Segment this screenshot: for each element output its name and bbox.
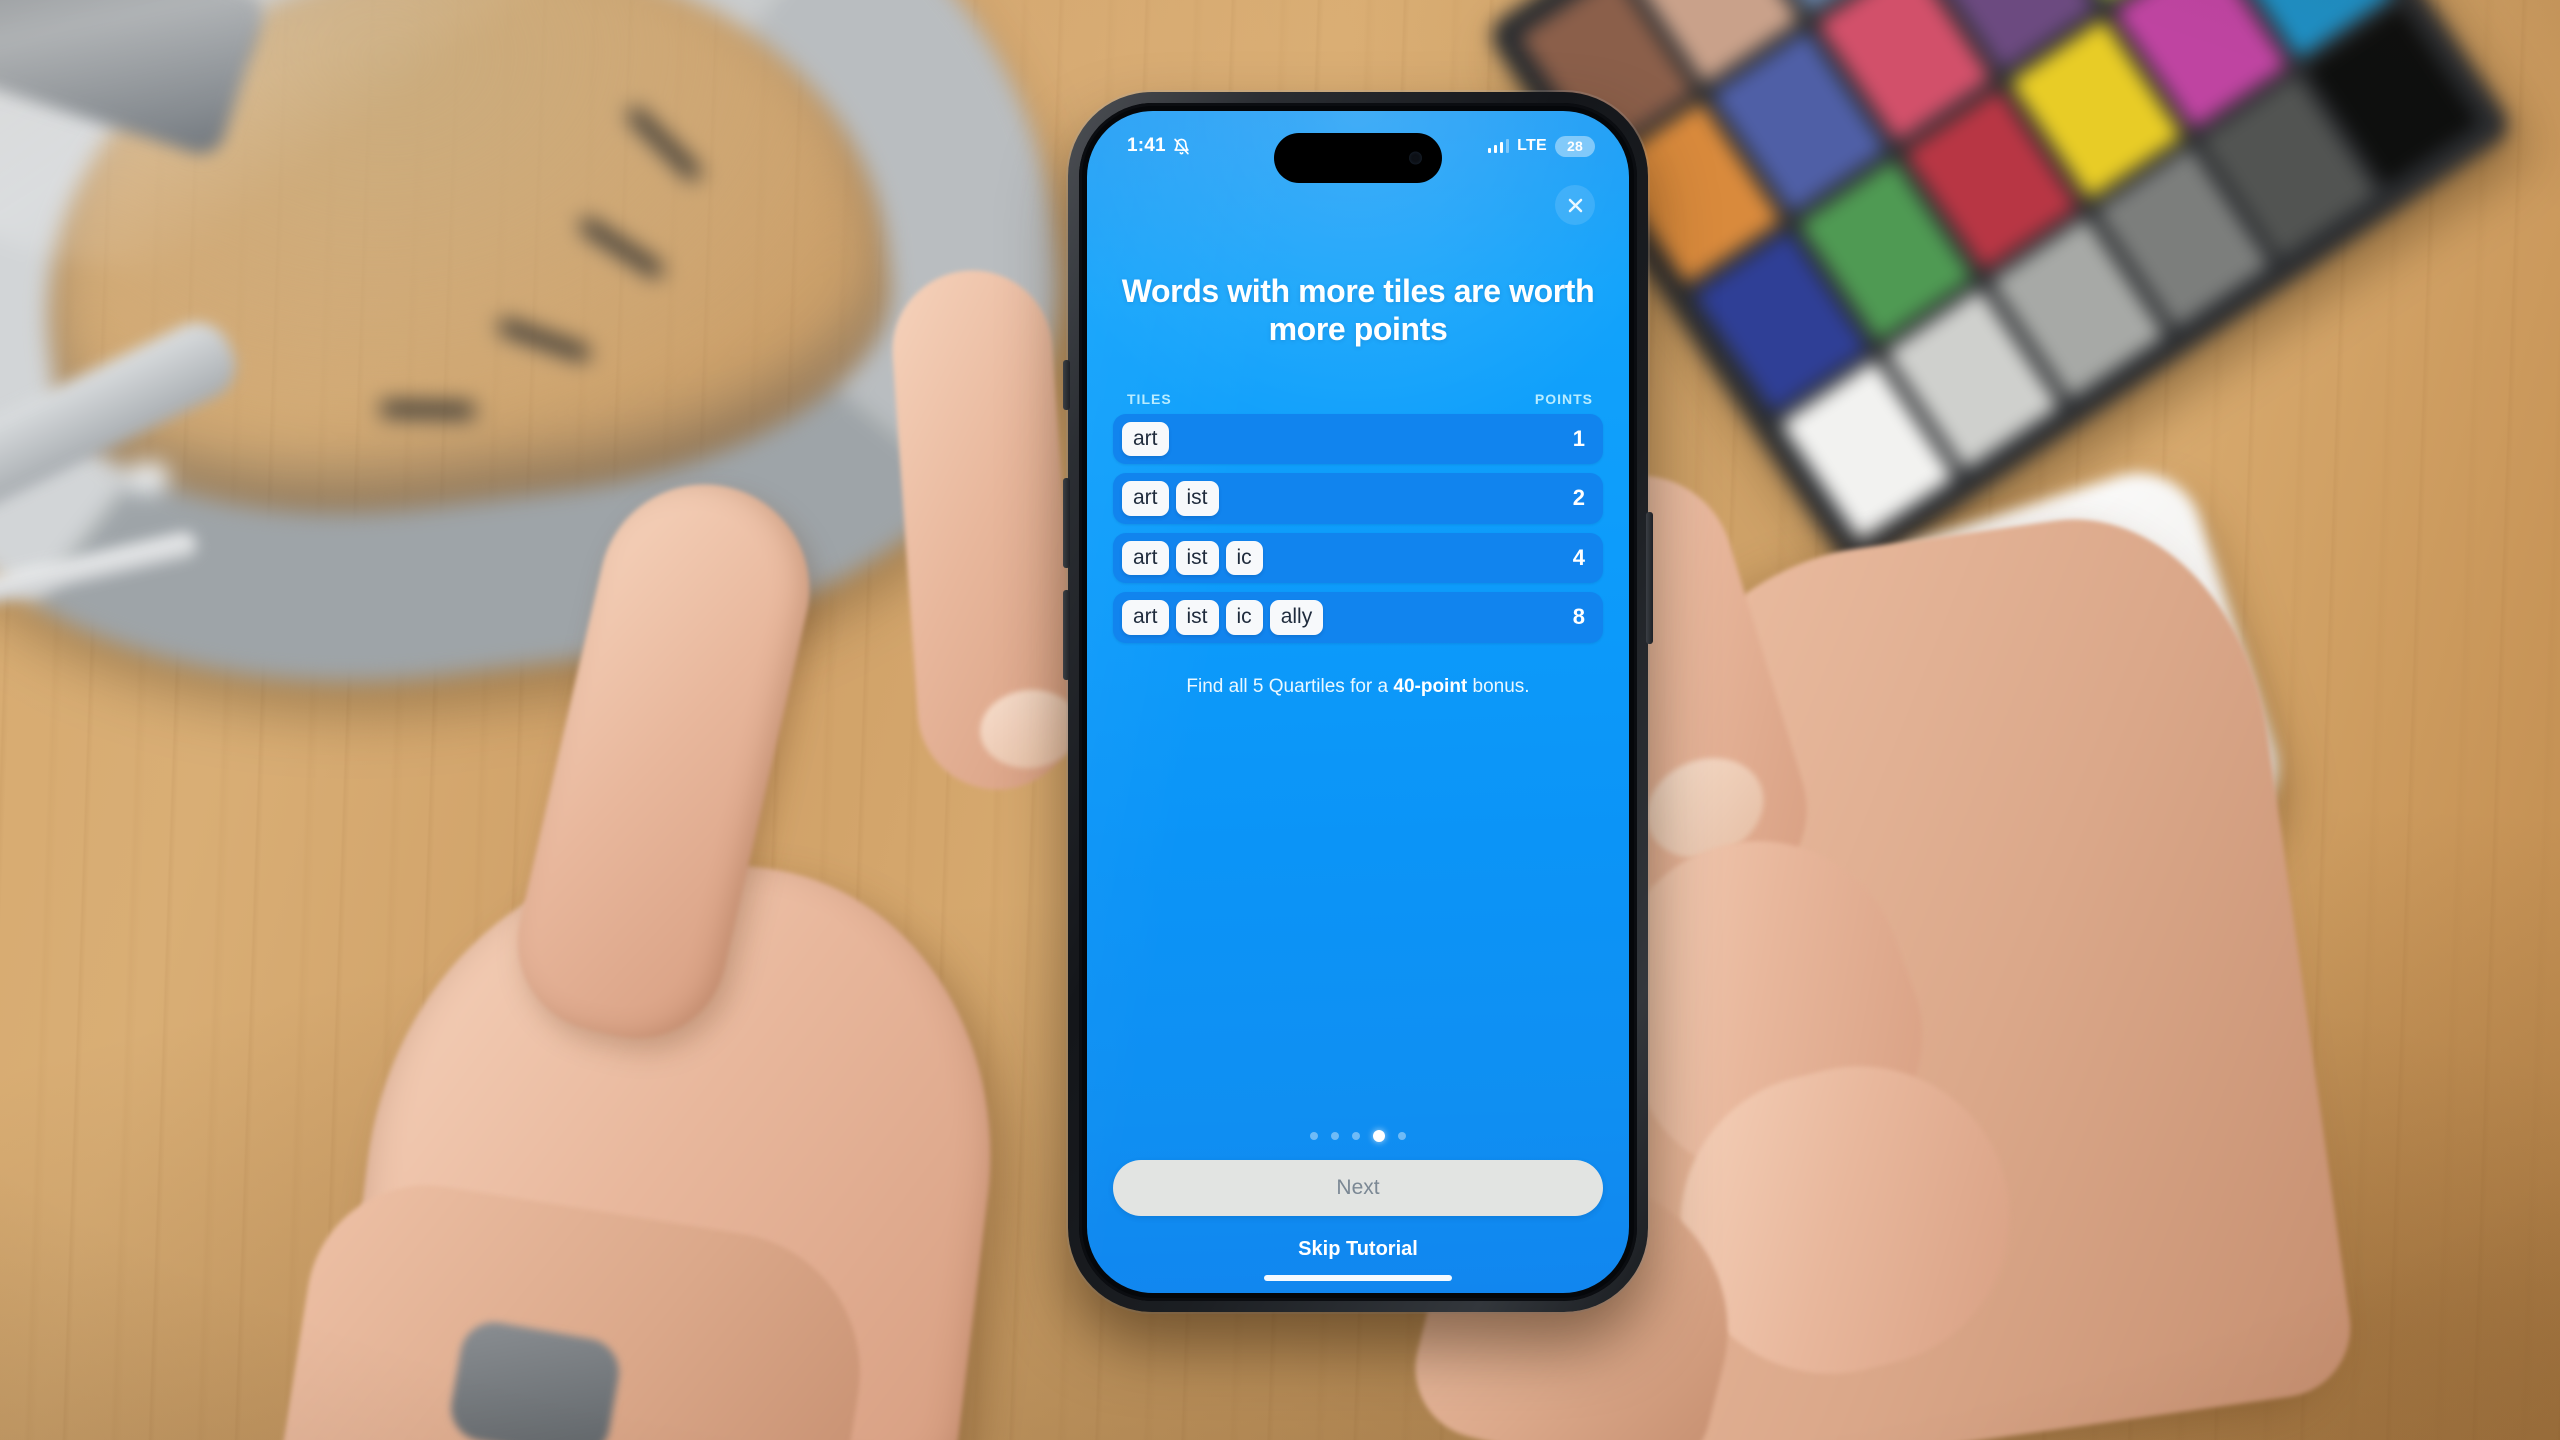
word-tile[interactable]: art [1122, 600, 1169, 635]
word-tile[interactable]: art [1122, 421, 1169, 457]
next-button[interactable]: Next [1113, 1160, 1603, 1216]
table-row: art ist 2 [1113, 473, 1603, 524]
status-bar-right: LTE 28 [1488, 135, 1595, 157]
power-button[interactable] [1646, 512, 1653, 644]
cellular-signal-icon [1488, 139, 1510, 153]
page-dot[interactable] [1373, 1130, 1385, 1142]
phone-screen: 1:41 LTE 28 Words with more tiles are wo… [1087, 111, 1629, 1293]
table-row: art 1 [1113, 413, 1603, 465]
iphone-device: 1:41 LTE 28 Words with more tiles are wo… [1063, 92, 1653, 1312]
page-indicator[interactable] [1113, 1130, 1603, 1142]
tile-group: art ist ic ally [1122, 600, 1324, 635]
tiles-points-table: art 1 art ist 2 art ist ic 4 art ist ic ally 8 [1113, 413, 1603, 643]
network-type-label: LTE [1517, 137, 1547, 154]
front-camera-icon [1409, 151, 1422, 165]
word-tile[interactable]: ally [1269, 600, 1324, 635]
table-row: art ist ic 4 [1113, 532, 1603, 584]
status-bar-time: 1:41 [1127, 135, 1166, 156]
page-dot[interactable] [1331, 1132, 1339, 1140]
points-value: 4 [1572, 544, 1585, 570]
volume-up-button[interactable] [1063, 478, 1070, 568]
close-button[interactable] [1555, 185, 1595, 225]
page-dot[interactable] [1352, 1132, 1360, 1140]
points-value: 1 [1572, 425, 1585, 451]
word-tile[interactable]: ist [1175, 540, 1219, 576]
column-header-tiles: TILES [1127, 390, 1172, 407]
page-dot[interactable] [1398, 1132, 1406, 1140]
photo-scene: 1:41 LTE 28 Words with more tiles are wo… [0, 0, 2560, 1440]
points-value: 2 [1572, 485, 1585, 511]
skip-tutorial-button[interactable]: Skip Tutorial [1113, 1238, 1603, 1261]
vent-slot [379, 401, 476, 419]
bonus-note: Find all 5 Quartiles for a 40-point bonu… [1113, 675, 1603, 700]
column-header-points: POINTS [1534, 390, 1593, 407]
tile-group: art ist ic [1122, 540, 1263, 576]
home-indicator[interactable] [1264, 1275, 1452, 1281]
bonus-suffix: bonus. [1467, 675, 1530, 697]
word-tile[interactable]: art [1122, 481, 1169, 516]
close-icon [1566, 196, 1585, 215]
word-tile[interactable]: art [1122, 540, 1169, 576]
bell-slash-icon [1173, 138, 1190, 155]
word-tile[interactable]: ic [1225, 600, 1263, 635]
battery-percent-badge: 28 [1555, 135, 1595, 157]
action-button[interactable] [1063, 360, 1070, 410]
word-tile[interactable]: ist [1175, 600, 1219, 635]
status-bar-left: 1:41 [1127, 135, 1190, 157]
table-header: TILES POINTS [1113, 391, 1603, 407]
word-tile[interactable]: ist [1175, 481, 1219, 516]
word-tile[interactable]: ic [1225, 540, 1263, 576]
tutorial-content: Words with more tiles are worth more poi… [1087, 225, 1629, 1293]
tile-group: art [1122, 421, 1169, 457]
volume-down-button[interactable] [1063, 590, 1070, 680]
bonus-emphasis: 40-point [1393, 675, 1468, 697]
page-dot[interactable] [1310, 1132, 1318, 1140]
table-row: art ist ic ally 8 [1113, 592, 1603, 643]
bonus-prefix: Find all 5 Quartiles for a [1186, 675, 1394, 697]
page-title: Words with more tiles are worth more poi… [1121, 273, 1595, 347]
points-value: 8 [1572, 604, 1585, 630]
tile-group: art ist [1122, 481, 1219, 516]
dynamic-island [1274, 133, 1442, 183]
